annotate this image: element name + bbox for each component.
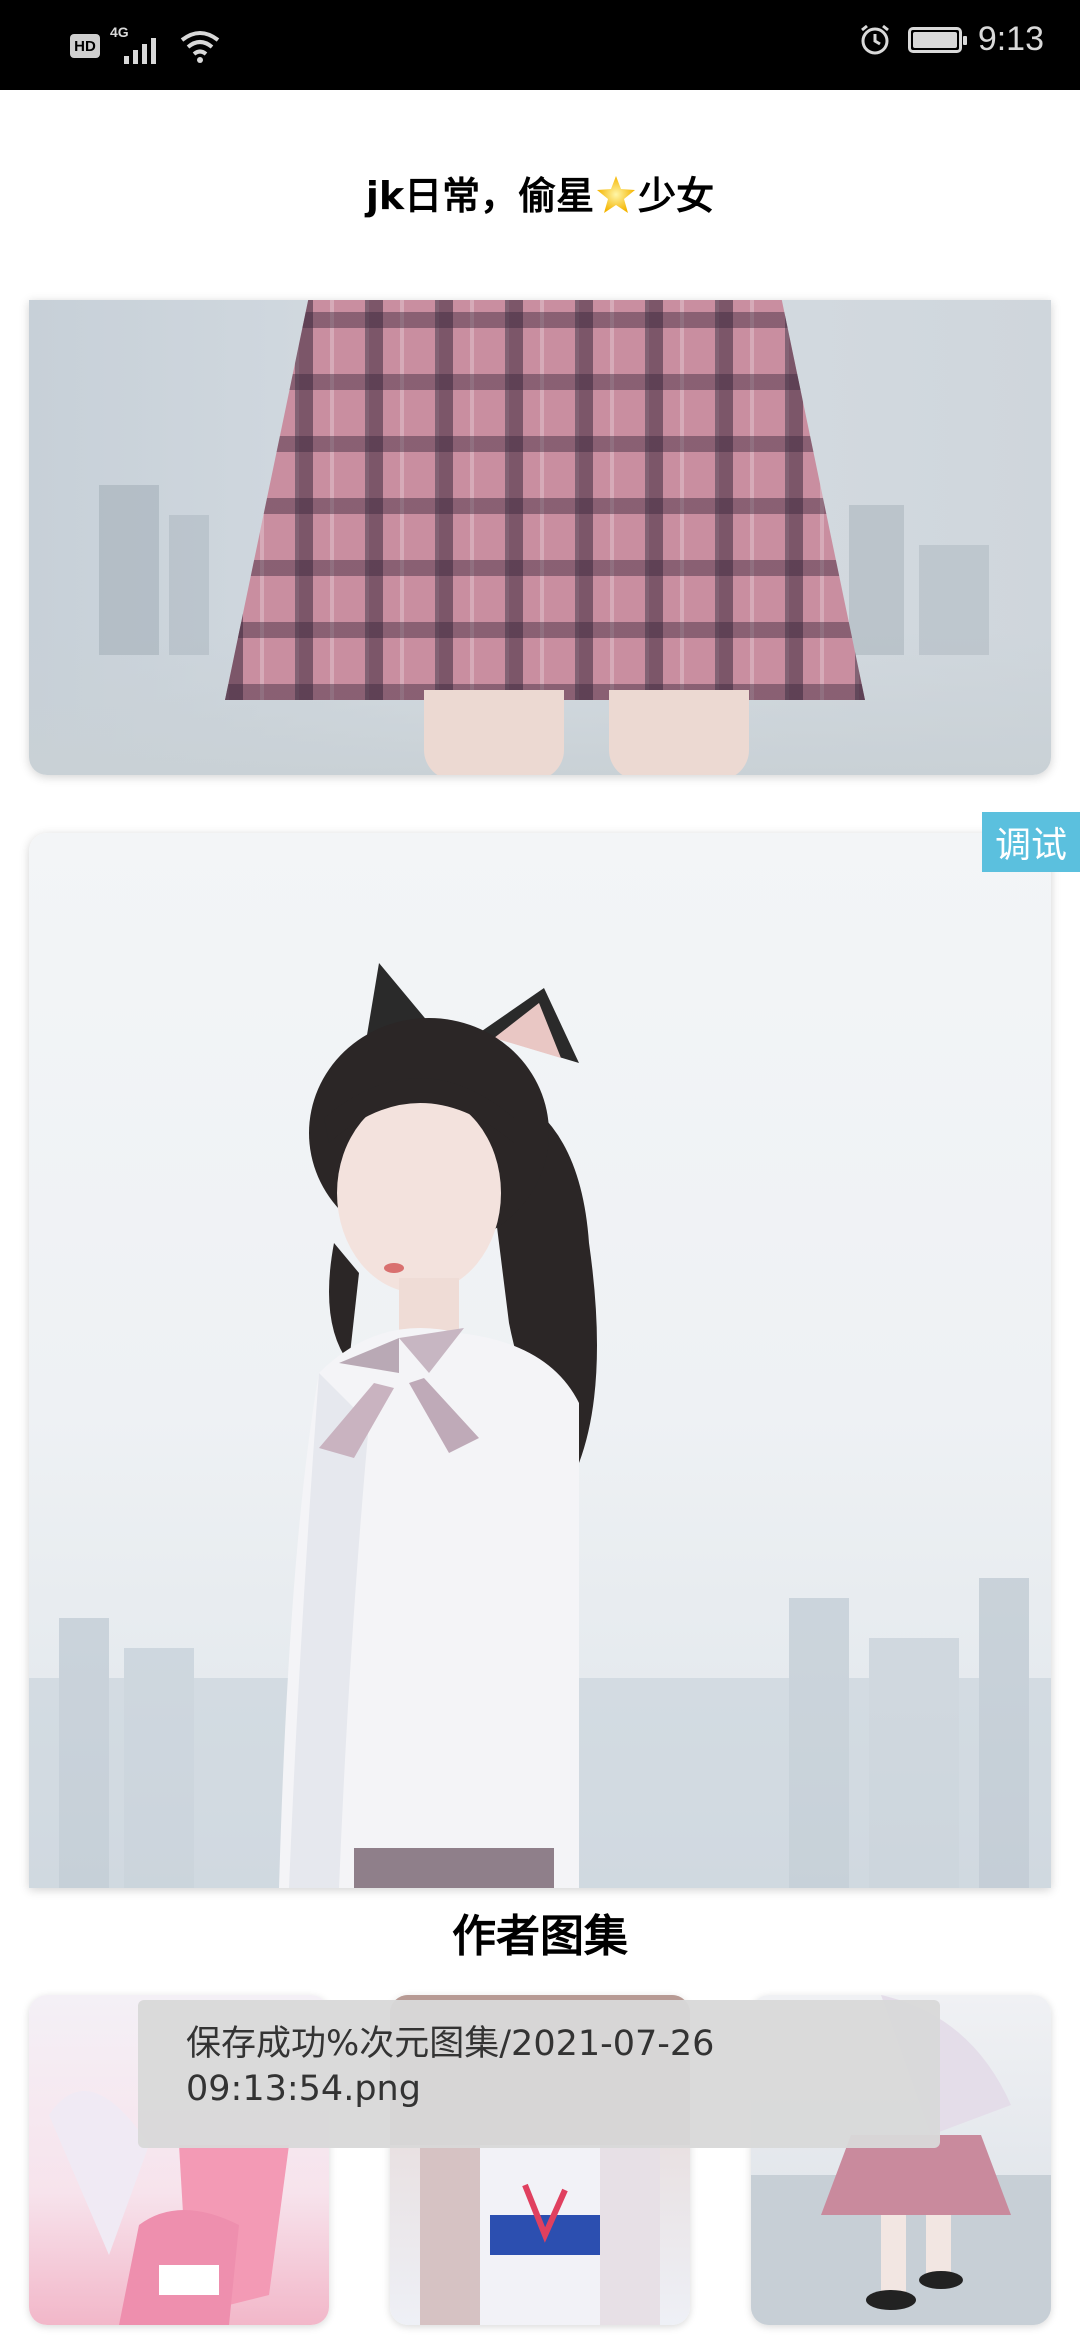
toast-line-1: 保存成功%次元图集/2021-07-26 <box>186 2024 715 2064</box>
status-left: HD 4G <box>70 24 220 64</box>
page-title: jk日常，偷星 少女 <box>0 165 1080 220</box>
post-image-portrait[interactable] <box>29 833 1051 1888</box>
status-time: 9:13 <box>977 20 1044 58</box>
save-success-toast: 保存成功%次元图集/2021-07-26 09:13:54.png <box>138 2000 940 2148</box>
page-title-suffix: 少女 <box>638 174 715 218</box>
signal-icon: 4G <box>110 24 170 64</box>
legs <box>424 690 754 775</box>
status-right: 9:13 <box>858 20 1044 59</box>
toast-line-2: 09:13:54.png <box>186 2069 421 2109</box>
hd-icon: HD <box>70 34 100 58</box>
page-title-prefix: jk日常，偷星 <box>365 174 595 218</box>
battery-icon <box>907 26 967 53</box>
girl-portrait <box>279 963 597 1888</box>
post-image-skirt[interactable] <box>29 300 1051 775</box>
section-title-author-gallery: 作者图集 <box>452 1911 628 1962</box>
alarm-icon <box>860 24 889 54</box>
plaid-skirt <box>225 300 865 700</box>
debug-button[interactable]: 调试 <box>982 812 1080 872</box>
status-bar: HD 4G 9:13 <box>0 0 1080 90</box>
star-emoji-icon <box>597 176 636 213</box>
wifi-icon <box>180 31 220 63</box>
